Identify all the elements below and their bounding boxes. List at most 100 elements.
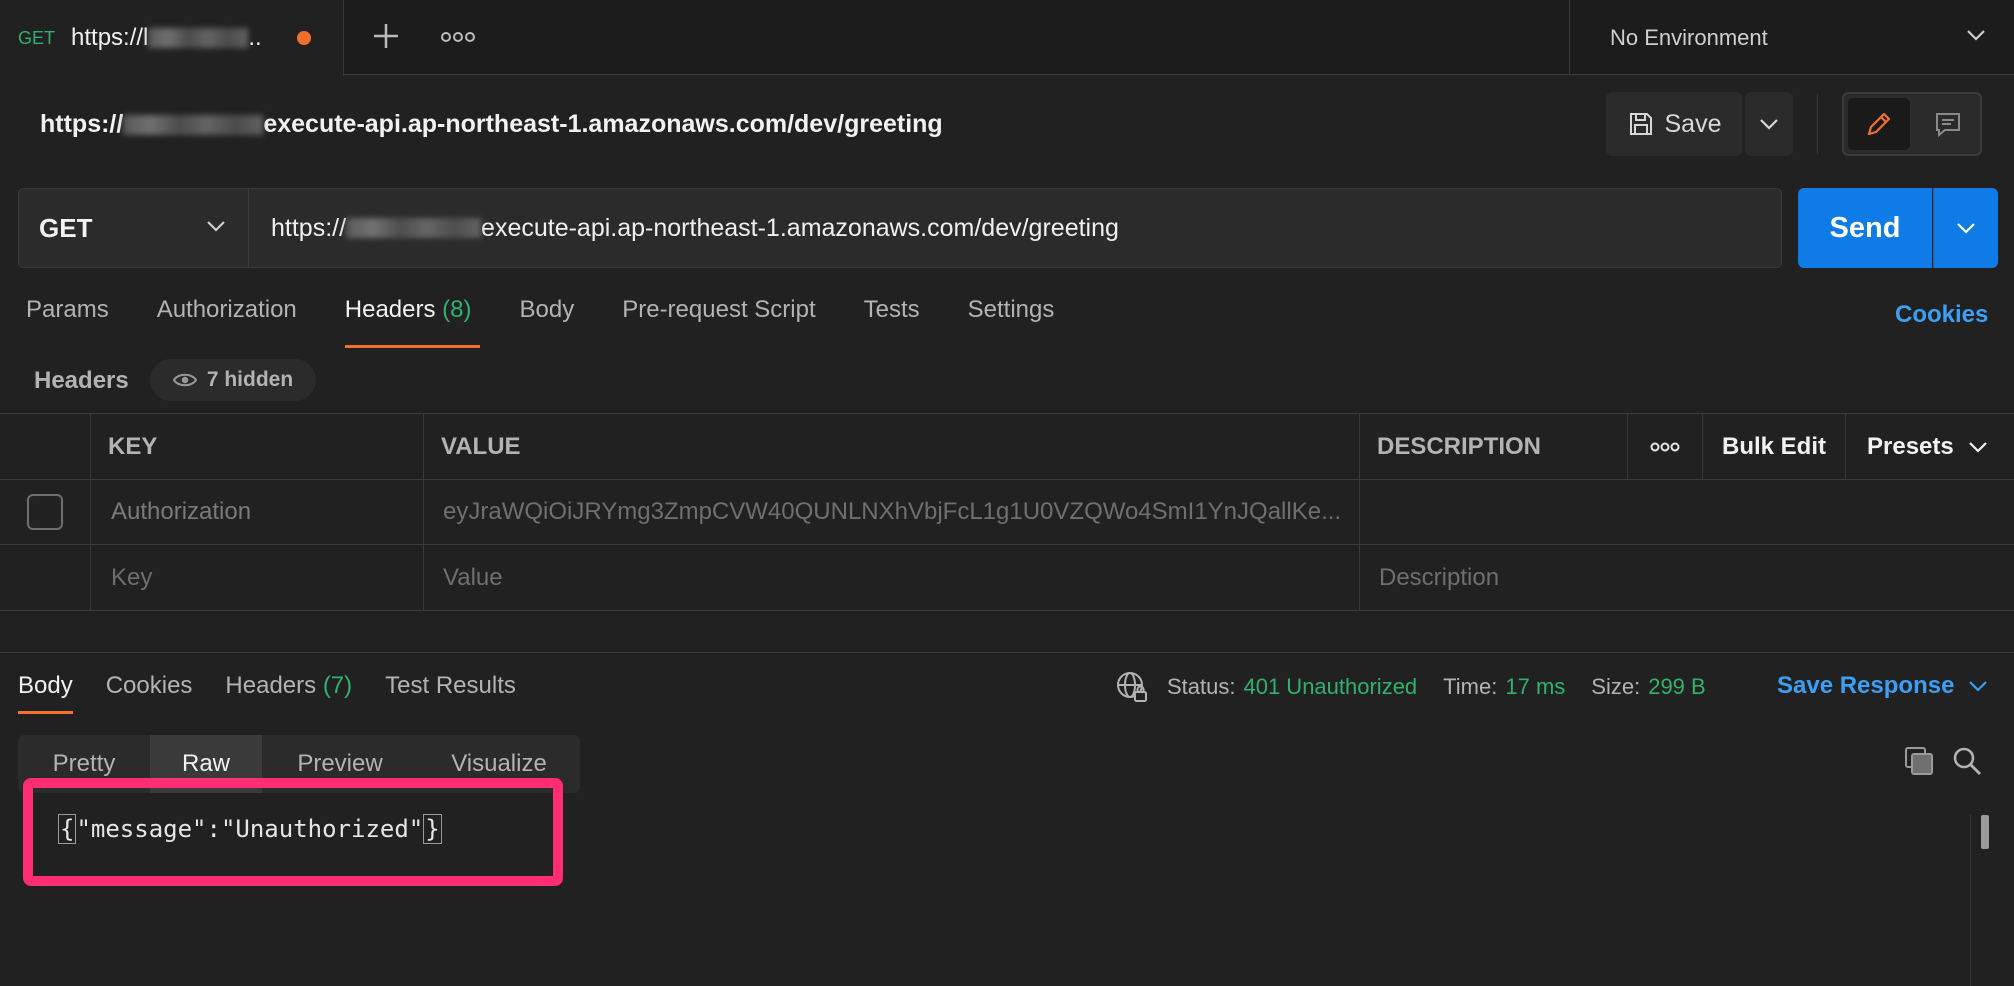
- tab-tests[interactable]: Tests: [864, 296, 920, 336]
- save-label: Save: [1664, 109, 1722, 138]
- description-input[interactable]: Description: [1359, 545, 2014, 610]
- tab-title: https://l ..: [71, 24, 262, 52]
- tab-count: (8): [442, 296, 472, 323]
- request-tab[interactable]: GET https://l ..: [0, 0, 344, 76]
- value-input[interactable]: Value: [423, 545, 1359, 610]
- save-icon: [1629, 113, 1652, 135]
- table-row-new: Key Value Description: [0, 545, 2014, 611]
- search-button[interactable]: [1951, 745, 1983, 782]
- cookies-link[interactable]: Cookies: [1895, 301, 1988, 329]
- hidden-count: 7 hidden: [206, 368, 294, 391]
- comment-icon: [1936, 113, 1960, 138]
- more-dots-icon: [441, 32, 475, 42]
- send-options-button[interactable]: [1933, 188, 1998, 268]
- request-title-suffix: execute-api.ap-northeast-1.amazonaws.com…: [263, 110, 943, 138]
- comment-mode-button[interactable]: [1918, 98, 1978, 150]
- response-divider[interactable]: [0, 652, 2014, 653]
- edit-mode-button[interactable]: [1848, 98, 1910, 150]
- presets-dropdown[interactable]: Presets: [1845, 414, 2014, 479]
- row-key[interactable]: Authorization: [90, 480, 423, 544]
- request-tabs: Params Authorization Headers (8) Body Pr…: [26, 296, 1102, 348]
- column-options-button[interactable]: [1627, 414, 1702, 479]
- size-value[interactable]: 299 B: [1648, 674, 1706, 700]
- save-button[interactable]: Save: [1606, 92, 1742, 156]
- send-button[interactable]: Send: [1798, 188, 1932, 268]
- headers-section-label: Headers: [34, 367, 129, 394]
- search-icon: [1953, 747, 1981, 775]
- row-description[interactable]: [1359, 480, 2014, 544]
- tab-params[interactable]: Params: [26, 296, 109, 336]
- tab-body[interactable]: Body: [520, 296, 575, 336]
- response-tab-test-results[interactable]: Test Results: [385, 672, 516, 700]
- table-header-row: KEY VALUE DESCRIPTION Bulk Edit Presets: [0, 414, 2014, 480]
- tab-label: Pre-request Script: [622, 296, 816, 323]
- method-value: GET: [39, 212, 93, 243]
- chevron-down-icon: [1967, 30, 1985, 41]
- row-checkbox[interactable]: [27, 494, 63, 530]
- tab-label: Body: [18, 672, 73, 699]
- tab-label: Authorization: [156, 296, 297, 323]
- save-response-dropdown[interactable]: Save Response: [1777, 672, 1988, 700]
- url-input[interactable]: https:// execute-api.ap-northeast-1.amaz…: [271, 189, 1119, 267]
- response-status-bar: Status: 401 Unauthorized Time: 17 ms Siz…: [1115, 670, 1732, 704]
- response-tab-headers[interactable]: Headers (7): [225, 672, 352, 700]
- mode-toggle: [1842, 92, 1982, 156]
- network-globe-icon[interactable]: [1115, 670, 1149, 704]
- key-input[interactable]: Key: [90, 545, 423, 610]
- tab-label: Settings: [967, 296, 1055, 323]
- redacted-text: [346, 218, 482, 238]
- tab-label: Params: [26, 296, 109, 323]
- annotation-highlight-box: [23, 778, 563, 886]
- copy-icon: [1905, 747, 1933, 775]
- chevron-down-icon: [1760, 119, 1778, 130]
- environment-label: No Environment: [1610, 24, 1768, 50]
- scrollbar-thumb[interactable]: [1981, 815, 1989, 849]
- chevron-down-icon: [207, 221, 225, 232]
- tab-count: (7): [322, 672, 353, 699]
- tab-title-text: https://l: [71, 24, 149, 51]
- tab-settings[interactable]: Settings: [968, 296, 1055, 336]
- bulk-edit-button[interactable]: Bulk Edit: [1702, 414, 1845, 479]
- tab-label: Headers: [225, 672, 317, 699]
- eye-icon: [172, 373, 197, 387]
- tab-label: Headers: [344, 296, 436, 323]
- row-empty-cell: [0, 545, 90, 610]
- new-tab-button[interactable]: [368, 18, 404, 54]
- unsaved-dot-icon: [297, 31, 311, 45]
- response-tabs: Body Cookies Headers (7) Test Results: [18, 672, 549, 714]
- save-options-button[interactable]: [1745, 92, 1793, 156]
- environment-selector[interactable]: No Environment: [1569, 0, 2014, 75]
- save-response-label: Save Response: [1777, 672, 1955, 699]
- status-label: Status:: [1167, 674, 1236, 699]
- status-value[interactable]: 401 Unauthorized: [1243, 674, 1417, 700]
- tab-pre-request-script[interactable]: Pre-request Script: [622, 296, 815, 336]
- plus-icon: [374, 24, 398, 48]
- hidden-headers-toggle[interactable]: 7 hidden: [150, 359, 316, 401]
- request-title[interactable]: https:// execute-api.ap-northeast-1.amaz…: [40, 110, 943, 139]
- tab-method-label: GET: [18, 27, 56, 48]
- pencil-icon: [1867, 112, 1891, 136]
- copy-button[interactable]: [1903, 745, 1935, 782]
- tab-label: Tests: [863, 296, 920, 323]
- response-tab-body[interactable]: Body: [18, 672, 73, 714]
- method-select[interactable]: GET: [19, 189, 249, 267]
- chevron-down-icon: [1968, 441, 1987, 453]
- size-label: Size:: [1591, 674, 1641, 699]
- chevron-down-icon: [1957, 223, 1975, 234]
- column-description: DESCRIPTION: [1359, 414, 1627, 479]
- time-value[interactable]: 17 ms: [1505, 674, 1565, 700]
- tab-options-button[interactable]: [440, 22, 476, 52]
- url-suffix: execute-api.ap-northeast-1.amazonaws.com…: [481, 213, 1119, 242]
- divider: [1817, 94, 1818, 154]
- tab-authorization[interactable]: Authorization: [157, 296, 297, 336]
- url-bar: GET https:// execute-api.ap-northeast-1.…: [18, 188, 1782, 268]
- tab-headers[interactable]: Headers (8): [344, 296, 480, 348]
- headers-table: KEY VALUE DESCRIPTION Bulk Edit Presets …: [0, 413, 2014, 611]
- row-value[interactable]: eyJraWQiOiJRYmg3ZmpCVW40QUNLNXhVbjFcL1g1…: [423, 480, 1359, 544]
- row-checkbox-cell: [0, 480, 90, 544]
- chevron-down-icon: [1969, 681, 1988, 692]
- response-tab-cookies[interactable]: Cookies: [106, 672, 193, 700]
- redacted-text: [123, 114, 264, 135]
- tab-label: Body: [519, 296, 575, 323]
- time-label: Time:: [1443, 674, 1498, 699]
